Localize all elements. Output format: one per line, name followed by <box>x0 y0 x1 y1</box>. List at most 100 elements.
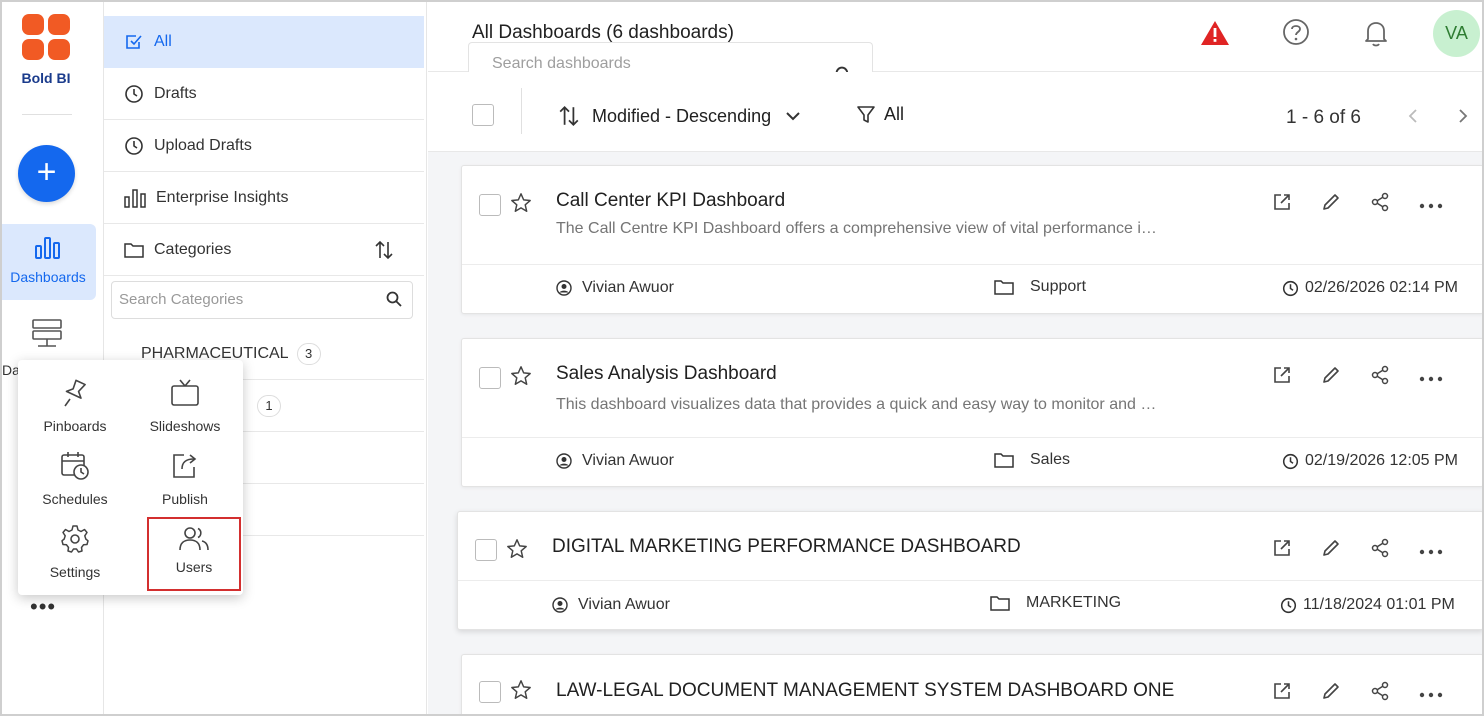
menu-item-publish[interactable]: Publish <box>135 451 235 521</box>
nav-all-label: All <box>154 33 172 50</box>
open-external-icon[interactable] <box>1272 192 1292 217</box>
datasources-icon[interactable] <box>32 318 62 357</box>
dashboard-title[interactable]: DIGITAL MARKETING PERFORMANCE DASHBOARD <box>552 536 1021 558</box>
dashboard-checkbox[interactable] <box>479 367 501 389</box>
menu-item-settings[interactable]: Settings <box>25 524 125 594</box>
next-page-icon[interactable] <box>1458 108 1468 129</box>
tv-icon <box>171 379 199 406</box>
user-circle-icon <box>556 453 572 469</box>
category-count-badge: 1 <box>257 394 281 417</box>
more-options-icon[interactable] <box>1419 542 1443 560</box>
users-icon <box>179 527 209 551</box>
favorite-star-icon[interactable] <box>510 365 532 392</box>
menu-item-users[interactable]: Users <box>147 517 241 591</box>
menu-item-slideshows[interactable]: Slideshows <box>135 378 235 448</box>
card-actions <box>1272 681 1443 706</box>
nav-enterprise-insights[interactable]: Enterprise Insights <box>104 172 424 224</box>
prev-page-icon[interactable] <box>1408 108 1418 129</box>
nav-upload-drafts[interactable]: Upload Drafts <box>104 120 424 172</box>
dashboard-checkbox[interactable] <box>479 194 501 216</box>
help-icon[interactable] <box>1282 18 1310 51</box>
edit-icon[interactable] <box>1321 538 1341 563</box>
categories-label: Categories <box>154 240 232 258</box>
search-categories-input[interactable]: Search Categories <box>111 281 413 319</box>
dashboard-card[interactable]: Call Center KPI Dashboard The Call Centr… <box>461 165 1484 314</box>
dashboard-category-name: Support <box>1030 278 1087 295</box>
edit-icon[interactable] <box>1321 365 1341 390</box>
clock-icon <box>125 84 143 103</box>
more-options-icon[interactable] <box>1419 196 1443 214</box>
filter-dropdown[interactable]: All <box>856 104 904 125</box>
rail-item-dashboards[interactable]: Dashboards <box>0 224 96 300</box>
menu-item-schedules[interactable]: Schedules <box>25 451 125 521</box>
notification-bell-icon[interactable] <box>1362 18 1390 53</box>
avatar[interactable]: VA <box>1433 10 1480 57</box>
nav-drafts[interactable]: Drafts <box>104 68 424 120</box>
pin-icon <box>64 379 86 407</box>
dashboard-title[interactable]: Sales Analysis Dashboard <box>556 363 777 385</box>
open-external-icon[interactable] <box>1272 538 1292 563</box>
search-icon <box>386 291 402 311</box>
rail-item-dashboards-label: Dashboards <box>10 269 86 285</box>
folder-icon <box>994 453 1014 468</box>
sort-categories-icon[interactable] <box>374 240 404 265</box>
warning-icon[interactable] <box>1200 20 1230 51</box>
share-icon[interactable] <box>1370 365 1390 390</box>
edit-icon[interactable] <box>1321 681 1341 706</box>
favorite-star-icon[interactable] <box>510 679 532 706</box>
card-actions <box>1272 192 1443 217</box>
filter-label: All <box>884 104 905 124</box>
search-categories-placeholder: Search Categories <box>119 291 244 308</box>
menu-item-publish-label: Publish <box>162 491 208 507</box>
dashboard-modified-date: 11/18/2024 01:01 PM <box>1303 596 1455 613</box>
dashboard-owner: Vivian Awuor <box>556 452 674 470</box>
dashboard-title[interactable]: Call Center KPI Dashboard <box>556 190 785 212</box>
dashboard-owner: Vivian Awuor <box>556 279 674 297</box>
dashboard-modified: 02/26/2026 02:14 PM <box>1282 279 1458 297</box>
category-panel: All Drafts Upload Drafts Enterprise Insi… <box>104 0 427 716</box>
dashboard-title[interactable]: LAW-LEGAL DOCUMENT MANAGEMENT SYSTEM DAS… <box>556 680 1174 702</box>
rail-divider <box>22 114 72 115</box>
clock-icon <box>1282 280 1299 296</box>
card-actions <box>1272 538 1443 563</box>
more-options-icon[interactable] <box>1419 685 1443 703</box>
nav-all[interactable]: All <box>104 16 424 68</box>
dashboard-checkbox[interactable] <box>475 539 497 561</box>
nav-drafts-label: Drafts <box>154 84 197 102</box>
share-icon[interactable] <box>1370 681 1390 706</box>
favorite-star-icon[interactable] <box>510 192 532 219</box>
folder-icon <box>994 280 1014 295</box>
dashboard-card[interactable]: DIGITAL MARKETING PERFORMANCE DASHBOARD … <box>457 511 1484 630</box>
favorite-star-icon[interactable] <box>506 538 528 565</box>
brand-name: Bold BI <box>21 70 71 86</box>
card-divider <box>458 580 1483 581</box>
dashboard-modified: 11/18/2024 01:01 PM <box>1280 596 1455 614</box>
open-external-icon[interactable] <box>1272 681 1292 706</box>
publish-icon <box>173 454 197 478</box>
dashboard-checkbox[interactable] <box>479 681 501 703</box>
dashboard-card[interactable]: LAW-LEGAL DOCUMENT MANAGEMENT SYSTEM DAS… <box>461 654 1484 716</box>
more-icon[interactable]: ••• <box>30 594 56 620</box>
chevron-down-icon <box>786 112 800 121</box>
menu-item-pinboards[interactable]: Pinboards <box>25 378 125 448</box>
left-rail: Bold BI + Dashboards Da ••• <box>0 0 104 716</box>
clock-icon <box>1280 597 1297 613</box>
search-dashboards-input[interactable]: Search dashboards <box>468 42 873 83</box>
bold-bi-logo[interactable] <box>22 14 70 60</box>
select-all-checkbox[interactable] <box>472 104 494 126</box>
calendar-clock-icon <box>61 452 89 480</box>
dashboard-card[interactable]: Sales Analysis Dashboard This dashboard … <box>461 338 1484 487</box>
share-icon[interactable] <box>1370 192 1390 217</box>
share-icon[interactable] <box>1370 538 1390 563</box>
dashboard-description: This dashboard visualizes data that prov… <box>556 396 1157 413</box>
sort-dropdown[interactable]: Modified - Descending <box>558 105 813 127</box>
page-title: All Dashboards (6 dashboards) <box>472 22 734 43</box>
edit-icon[interactable] <box>1321 192 1341 217</box>
more-options-icon[interactable] <box>1419 369 1443 387</box>
dashboard-modified: 02/19/2026 12:05 PM <box>1282 452 1458 470</box>
dashboard-category: Support <box>994 278 1086 296</box>
card-divider <box>462 437 1483 438</box>
open-external-icon[interactable] <box>1272 365 1292 390</box>
create-button[interactable]: + <box>18 145 75 202</box>
gear-icon <box>61 525 89 553</box>
